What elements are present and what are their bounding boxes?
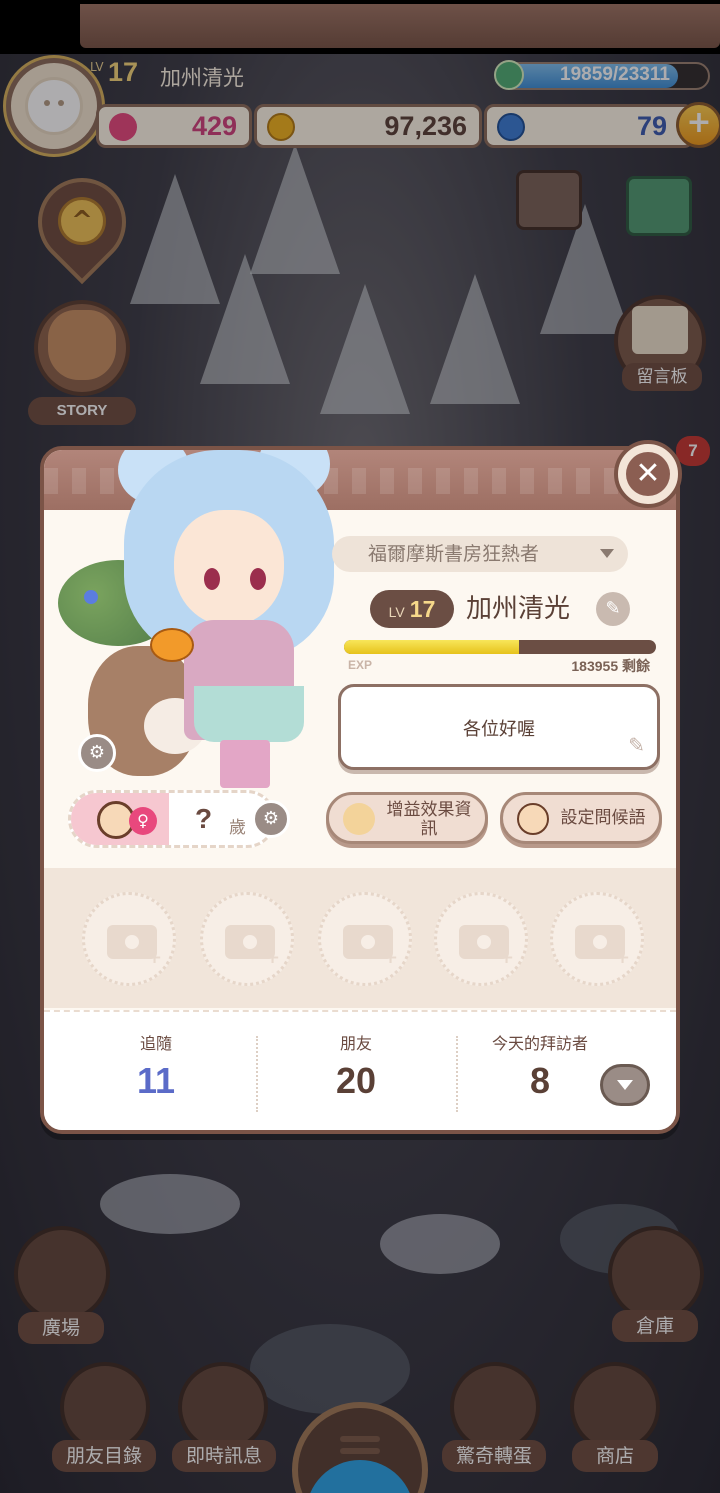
follow-value: 11 — [136, 1060, 176, 1101]
character-skirt — [194, 686, 304, 742]
gear-icon[interactable]: ⚙ — [78, 734, 116, 772]
plus-icon: + — [499, 947, 515, 968]
photo-slot[interactable]: + — [82, 892, 176, 986]
plus-icon: + — [265, 947, 281, 968]
title-dropdown[interactable]: 福爾摩斯書房狂熱者 — [332, 536, 628, 572]
caret-down-icon — [600, 549, 614, 558]
friends-label: 朋友 — [339, 1034, 372, 1053]
level-prefix: LV — [388, 604, 405, 620]
camera-lens — [473, 931, 495, 953]
level-value: 17 — [409, 596, 436, 622]
photo-slot[interactable]: + — [550, 892, 644, 986]
pumpkin-icon — [150, 628, 194, 662]
age-value: ? — [195, 803, 213, 834]
female-symbol-icon: ♀ — [129, 807, 157, 835]
camera-lens — [589, 931, 611, 953]
character-legs — [220, 740, 270, 788]
title-text: 福爾摩斯書房狂熱者 — [368, 543, 540, 565]
age-settings-gear-icon[interactable]: ⚙ — [252, 800, 290, 838]
visitors-dropdown-button[interactable] — [600, 1064, 650, 1106]
set-greeting-label: 設定問候語 — [560, 808, 646, 828]
camera-lens — [357, 931, 379, 953]
profile-exp-bar — [344, 640, 656, 654]
greeting-face-icon — [517, 803, 549, 835]
plus-icon: + — [383, 947, 399, 968]
profile-exp-fill — [344, 640, 519, 654]
greeting-text: 各位好喔 — [463, 719, 535, 740]
age-unit: 歲 — [229, 818, 246, 838]
profile-dialog: ⚙ 福爾摩斯書房狂熱者 LV 17 加州清光 ✎ EXP 183955 剩餘 各… — [40, 446, 680, 1134]
follow-label: 追隨 — [139, 1034, 172, 1053]
age-display: ♀ ? 歲 — [68, 790, 276, 848]
exp-label: EXP — [348, 658, 373, 672]
buff-info-label: 增益效果資訊 — [386, 800, 472, 839]
plus-icon: + — [615, 947, 631, 968]
flower — [84, 590, 98, 604]
photo-slot[interactable]: + — [318, 892, 412, 986]
close-icon: ✕ — [626, 452, 670, 496]
exp-remaining: 183955 剩餘 — [571, 658, 650, 674]
photo-slot[interactable]: + — [434, 892, 528, 986]
camera-lens — [121, 931, 143, 953]
character-eye — [204, 568, 220, 590]
hud-bar — [80, 4, 720, 48]
pencil-icon: ✎ — [628, 733, 645, 757]
buff-info-button[interactable]: 增益效果資訊 — [326, 792, 488, 844]
visitors-label: 今天的拜訪者 — [491, 1034, 588, 1053]
level-badge: LV 17 — [370, 590, 454, 628]
plus-icon: + — [147, 947, 163, 968]
friends-value: 20 — [335, 1060, 377, 1101]
friends-stat[interactable]: 朋友 20 — [256, 1030, 456, 1102]
greeting-box[interactable]: 各位好喔 ✎ — [338, 684, 660, 770]
character-eye — [250, 568, 266, 590]
set-greeting-button[interactable]: 設定問候語 — [500, 792, 662, 844]
pencil-icon[interactable]: ✎ — [596, 592, 630, 626]
character-face — [174, 510, 284, 626]
profile-name: 加州清光 — [466, 594, 571, 624]
camera-lens — [239, 931, 261, 953]
follow-stat[interactable]: 追隨 11 — [56, 1030, 256, 1102]
photo-slot[interactable]: + — [200, 892, 294, 986]
buff-icon — [343, 803, 375, 835]
close-button[interactable]: ✕ — [614, 440, 682, 508]
